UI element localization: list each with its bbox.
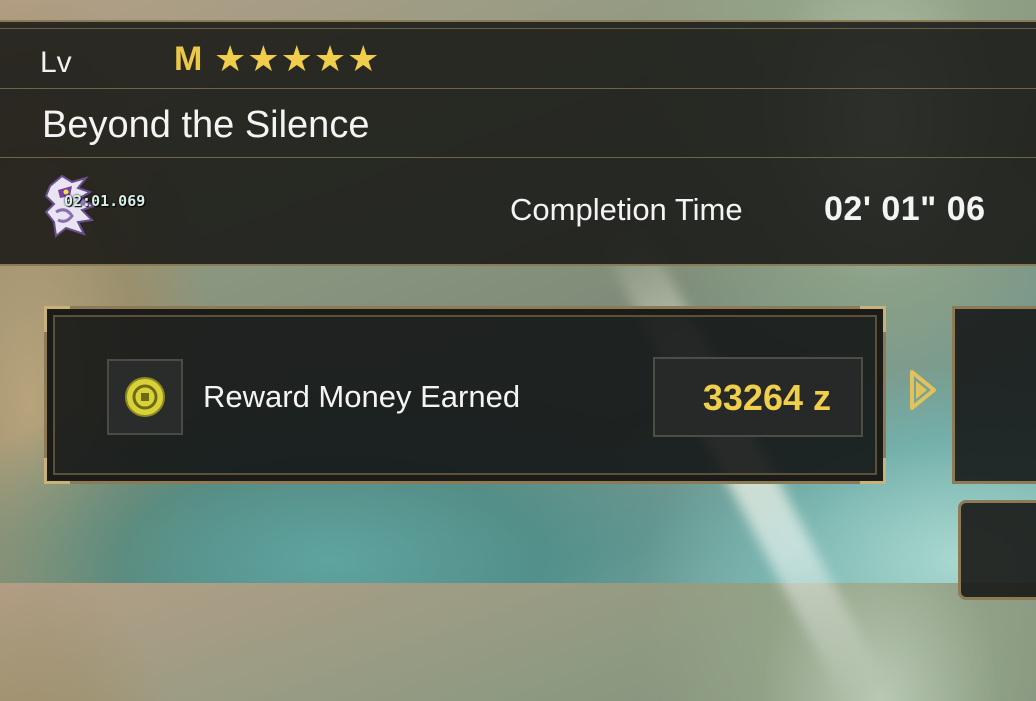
next-page-arrow-icon[interactable]	[908, 368, 938, 412]
star-icon: ★	[313, 38, 347, 79]
reward-money-value: 33264 z	[702, 377, 831, 418]
row-divider	[0, 88, 1036, 89]
next-reward-panel	[952, 306, 1036, 484]
reward-money-panel: Reward Money Earned 33264 z	[44, 306, 886, 484]
star-icon: ★	[214, 38, 247, 79]
coin-icon	[125, 377, 165, 417]
corner-ornament	[44, 306, 70, 332]
corner-ornament	[860, 306, 886, 332]
rank-letter: M	[174, 40, 203, 78]
completion-time-label: Completion Time	[510, 192, 743, 227]
corner-ornament	[44, 458, 70, 484]
reward-money-label: Reward Money Earned	[203, 379, 521, 414]
star-icon: ★	[347, 38, 380, 79]
completion-time-value: 02' 01" 06	[824, 190, 986, 228]
corner-ornament	[860, 458, 886, 484]
row-divider	[0, 157, 1036, 158]
next-reward-panel-lower	[958, 500, 1036, 600]
money-value-box: 33264 z	[653, 357, 863, 437]
timer-overlay: 02:01.069	[64, 192, 146, 210]
quest-title: Beyond the Silence	[42, 104, 370, 146]
difficulty-stars: ★ ★ ★ ★ ★	[214, 38, 379, 80]
coin-icon-box	[107, 359, 183, 435]
star-icon: ★	[280, 38, 313, 79]
level-label: Lv	[40, 46, 72, 79]
band-top-trim	[0, 22, 1036, 29]
star-icon: ★	[247, 38, 280, 79]
